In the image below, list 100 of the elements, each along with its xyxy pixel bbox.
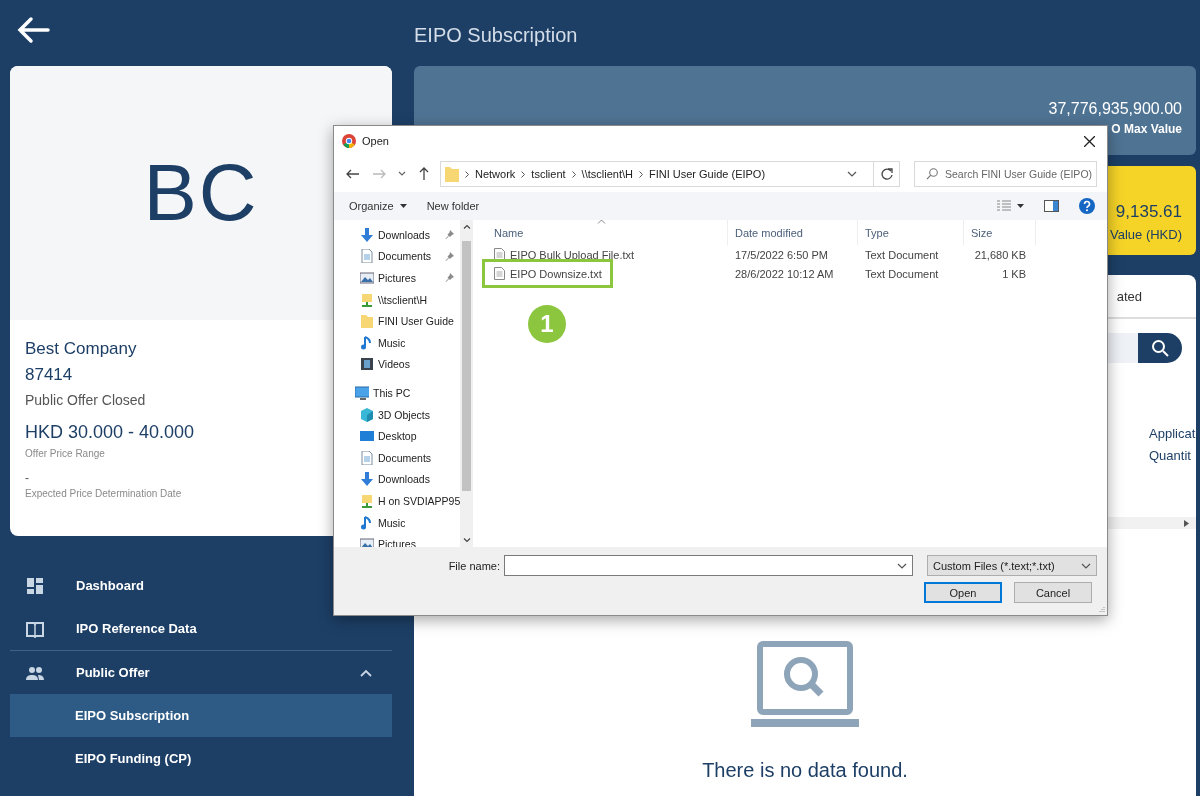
computer-icon: [355, 385, 369, 400]
column-header[interactable]: Size: [964, 220, 1036, 245]
determination-date: -: [25, 471, 29, 485]
file-item[interactable]: EIPO Downsize.txt: [487, 264, 608, 283]
new-folder-button[interactable]: New folder: [426, 200, 480, 212]
price-range: HKD 30.000 - 40.000: [25, 421, 195, 444]
nav-item[interactable]: Dashboard: [10, 564, 392, 607]
nav-item[interactable]: EIPO Subscription: [10, 694, 392, 737]
company-code: 87414: [25, 364, 73, 386]
folder-item[interactable]: Music: [334, 331, 460, 354]
file-type-dropdown[interactable]: Custom Files (*.text;*.txt): [927, 555, 1097, 576]
folder-item[interactable]: Downloads: [334, 468, 460, 491]
folder-item[interactable]: 3D Objects: [334, 403, 460, 426]
cube-icon: [360, 407, 374, 422]
resize-grip-icon: [1098, 606, 1105, 613]
address-bar[interactable]: Network tsclient \\tsclient\H FINI User Guide (EIPO): [440, 161, 900, 187]
offer-status: Public Offer Closed: [25, 391, 146, 410]
folder-item[interactable]: \\tsclient\H: [334, 288, 460, 311]
breadcrumb-item[interactable]: \\tsclient\H: [581, 168, 633, 180]
scroll-right-icon: [1184, 519, 1189, 527]
book-icon: [26, 619, 44, 638]
dashboard-icon: [26, 576, 44, 595]
help-icon: [1079, 198, 1095, 214]
summary-value: 9,135.61: [1115, 202, 1182, 222]
company-name: Best Company: [25, 338, 137, 360]
search-field[interactable]: Search FINI User Guide (EIPO): [914, 161, 1097, 187]
dialog-title: Open: [362, 135, 390, 147]
folder-item[interactable]: Documents: [334, 446, 460, 469]
date-cell-text: 17/5/2022 6:50 PM: [734, 248, 829, 261]
music-note-icon: [360, 515, 374, 530]
film-icon: [360, 357, 374, 372]
preview-pane-button[interactable]: [1044, 200, 1059, 212]
pane-icon: [1044, 200, 1059, 212]
nav-item[interactable]: Public Offer: [10, 651, 392, 694]
folder-item[interactable]: H on SVDIAPP95: [334, 490, 460, 512]
chevron-right-icon: [465, 170, 469, 178]
browser-logo-icon: [342, 134, 356, 148]
back-arrow-icon: [16, 16, 50, 44]
breadcrumb-item[interactable]: Network: [475, 168, 516, 180]
scroll-up-icon: [462, 224, 471, 229]
column-header: Quantit: [1149, 447, 1192, 465]
type-cell-text: Text Document: [864, 267, 940, 280]
text-file-icon: [494, 248, 505, 261]
folder-item[interactable]: Music: [334, 511, 460, 534]
folder-item[interactable]: FINI User Guide: [334, 310, 460, 332]
text-file-icon: [494, 267, 505, 280]
dialog-button[interactable]: Cancel: [1014, 582, 1092, 603]
folder-item[interactable]: Pictures: [334, 267, 460, 289]
column-header[interactable]: Name: [487, 220, 728, 245]
download-arrow-icon: [360, 227, 374, 242]
nav-item[interactable]: IPO Reference Data: [10, 607, 392, 650]
breadcrumb-item[interactable]: FINI User Guide (EIPO): [648, 168, 766, 180]
date-cell-text: 28/6/2022 10:12 AM: [734, 267, 835, 280]
company-initials: BC: [143, 147, 259, 239]
search-button[interactable]: [1138, 333, 1182, 363]
view-options-button[interactable]: [997, 200, 1024, 212]
desktop-icon: [360, 429, 374, 444]
nav-item[interactable]: EIPO Funding (CP): [10, 737, 392, 780]
column-header[interactable]: Date modified: [728, 220, 858, 245]
list-view-icon: [997, 200, 1011, 212]
help-button[interactable]: [1079, 198, 1095, 214]
caret-down-icon: [399, 204, 407, 208]
up-arrow-icon: [418, 167, 430, 181]
folder-item[interactable]: Videos: [334, 353, 460, 376]
chevron-down-icon: [398, 171, 406, 177]
caret-down-icon: [1017, 204, 1024, 208]
organize-button[interactable]: Organize: [349, 200, 407, 212]
document-icon: [360, 249, 374, 264]
scroll-down-icon: [462, 538, 471, 543]
breadcrumb-item[interactable]: tsclient: [531, 168, 566, 180]
page-title: EIPO Subscription: [414, 23, 579, 48]
folder-item[interactable]: This PC: [334, 382, 460, 404]
chevron-down-icon: [897, 562, 907, 569]
back-arrow-icon: [346, 168, 360, 180]
sort-caret-icon: [597, 219, 606, 224]
folder-item[interactable]: Documents: [334, 245, 460, 268]
tab[interactable]: ated: [1116, 288, 1142, 304]
folder-icon: [360, 314, 374, 329]
dialog-button[interactable]: Open: [924, 582, 1002, 603]
back-button[interactable]: [16, 16, 50, 44]
download-arrow-icon: [360, 472, 374, 487]
monitor-search-icon: [751, 641, 859, 729]
summary-label: O Max Value: [1111, 122, 1182, 136]
type-cell-text: Text Document: [864, 248, 940, 261]
folder-item[interactable]: Downloads: [334, 224, 460, 246]
refresh-icon: [880, 168, 893, 180]
file-item[interactable]: EIPO Bulk Upload File.txt: [487, 245, 641, 264]
network-drive-icon: [360, 292, 374, 307]
close-icon: [1084, 135, 1095, 147]
music-note-icon: [360, 335, 374, 350]
column-header: Applicat: [1149, 425, 1196, 443]
column-header[interactable]: Type: [858, 220, 964, 245]
file-name-field[interactable]: [504, 555, 913, 576]
determination-date-label: Expected Price Determination Date: [25, 487, 182, 501]
network-drive-icon: [360, 493, 374, 508]
vertical-scrollbar[interactable]: [460, 220, 473, 547]
step-marker: 1: [528, 305, 566, 343]
folder-item[interactable]: Desktop: [334, 425, 460, 447]
chevron-down-icon: [847, 171, 857, 177]
empty-message: There is no data found.: [702, 759, 908, 782]
